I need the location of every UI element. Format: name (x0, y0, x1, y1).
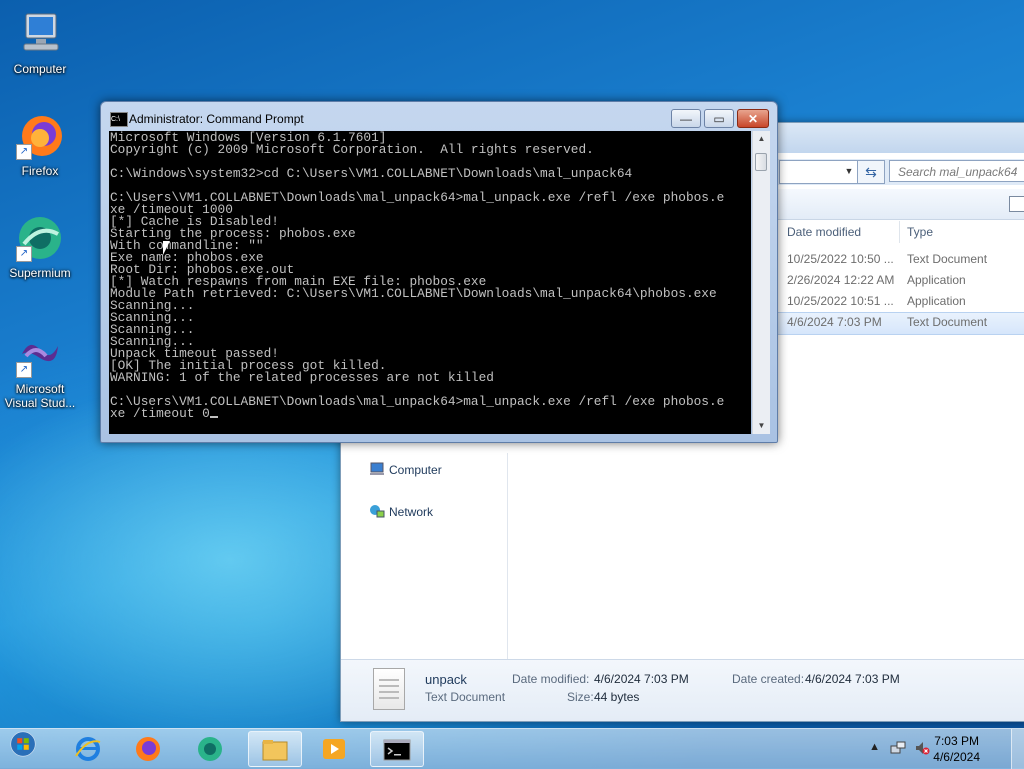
file-row[interactable]: 10/25/2022 10:51 ... Application (777, 291, 1024, 312)
volume-muted-icon[interactable] (914, 740, 930, 756)
details-size-value: 44 bytes (594, 690, 640, 704)
column-divider (899, 221, 900, 243)
minimize-button[interactable]: — (671, 109, 701, 128)
nav-item-network[interactable]: Network (369, 503, 433, 521)
firefox-icon (136, 737, 160, 761)
taskbar-command-prompt[interactable] (370, 731, 424, 767)
view-options-icon[interactable] (1009, 196, 1024, 212)
desktop-icon-firefox[interactable]: ↗ Firefox (0, 112, 80, 178)
details-file-name: unpack (425, 672, 467, 687)
folder-icon (262, 740, 288, 761)
show-desktop-button[interactable] (1011, 729, 1024, 769)
taskbar-firefox[interactable] (122, 731, 176, 767)
file-row-selected[interactable]: 4/6/2024 7:03 PM Text Document (777, 312, 1024, 335)
taskbar-explorer[interactable] (248, 731, 302, 767)
file-date: 10/25/2022 10:50 ... (787, 252, 894, 266)
desktop-icon-label: Firefox (21, 164, 59, 178)
nav-item-label: Network (389, 505, 434, 519)
file-date: 4/6/2024 7:03 PM (787, 315, 882, 329)
window-title: Administrator: Command Prompt (129, 112, 304, 126)
network-icon (369, 504, 385, 518)
file-date: 10/25/2022 10:51 ... (787, 294, 894, 308)
desktop-icon-computer[interactable]: Computer (0, 10, 80, 76)
system-clock[interactable]: 7:03 PM 4/6/2024 (933, 733, 980, 765)
computer-icon (16, 10, 64, 58)
taskbar-internet-explorer[interactable] (62, 731, 116, 767)
refresh-button[interactable]: ⇆ (857, 160, 885, 184)
desktop-icon-label: Supermium (9, 266, 71, 280)
details-pane: unpack Text Document Date modified: 4/6/… (341, 659, 1024, 721)
media-player-icon (323, 739, 345, 759)
search-input[interactable]: Search mal_unpack64 (889, 160, 1024, 182)
file-type: Text Document (907, 252, 988, 266)
maximize-button[interactable]: ▭ (704, 109, 734, 128)
clock-date: 4/6/2024 (933, 750, 980, 764)
file-type: Application (907, 294, 966, 308)
details-size-label: Size: (567, 690, 594, 704)
console-output[interactable]: Microsoft Windows [Version 6.1.7601] Cop… (109, 131, 751, 434)
computer-icon (369, 462, 385, 476)
file-date: 2/26/2024 12:22 AM (787, 273, 895, 287)
firefox-icon: ↗ (16, 112, 64, 160)
show-hidden-icons[interactable]: ▲ (869, 741, 880, 753)
scroll-up-icon[interactable]: ▲ (753, 131, 770, 147)
visual-studio-icon: ↗ (16, 330, 64, 378)
text-document-icon (373, 668, 405, 710)
navigation-pane: Computer Network (341, 453, 508, 659)
start-button[interactable] (2, 731, 52, 767)
scrollbar-thumb[interactable] (755, 153, 767, 171)
desktop-icon-label: Computer (13, 62, 67, 76)
supermium-icon (198, 737, 222, 761)
address-dropdown-icon[interactable]: ▼ (841, 160, 857, 182)
file-type: Application (907, 273, 966, 287)
shortcut-arrow-icon: ↗ (16, 246, 32, 262)
column-type[interactable]: Type (907, 220, 933, 244)
nav-item-computer[interactable]: Computer (369, 461, 442, 479)
command-prompt-window[interactable]: C:\ Administrator: Command Prompt — ▭ ✕ … (100, 101, 778, 443)
desktop-icon-visual-studio[interactable]: ↗ Microsoft Visual Stud... (0, 330, 80, 410)
close-button[interactable]: ✕ (737, 109, 769, 128)
mouse-pointer-icon (163, 241, 170, 255)
command-prompt-icon (383, 739, 411, 761)
scroll-down-icon[interactable]: ▼ (753, 418, 770, 434)
taskbar-supermium[interactable] (184, 731, 238, 767)
supermium-icon: ↗ (16, 214, 64, 262)
nav-item-label: Computer (389, 463, 442, 477)
internet-explorer-icon (75, 737, 101, 761)
vertical-scrollbar[interactable]: ▲ ▼ (752, 131, 770, 434)
column-date-modified[interactable]: Date modified (787, 220, 861, 244)
text-cursor (209, 416, 218, 418)
windows-logo-icon (10, 731, 36, 757)
taskbar: ▲ 7:03 PM 4/6/2024 (0, 728, 1024, 769)
details-created-value: 4/6/2024 7:03 PM (805, 672, 900, 686)
desktop-icon-supermium[interactable]: ↗ Supermium (0, 214, 80, 280)
file-row[interactable]: 2/26/2024 12:22 AM Application (777, 270, 1024, 291)
clock-time: 7:03 PM (934, 734, 979, 748)
file-row[interactable]: 10/25/2022 10:50 ... Text Document (777, 249, 1024, 270)
shortcut-arrow-icon: ↗ (16, 144, 32, 160)
taskbar-media-player[interactable] (308, 731, 362, 767)
details-modified-label: Date modified: (512, 672, 590, 686)
details-modified-value: 4/6/2024 7:03 PM (594, 672, 689, 686)
shortcut-arrow-icon: ↗ (16, 362, 32, 378)
desktop-icon-label: Microsoft Visual Stud... (4, 382, 76, 410)
file-type: Text Document (907, 315, 988, 329)
command-prompt-icon: C:\ (110, 112, 128, 127)
details-file-kind: Text Document (425, 690, 506, 704)
details-created-label: Date created: (732, 672, 805, 686)
network-tray-icon[interactable] (890, 740, 906, 756)
console-text: Microsoft Windows [Version 6.1.7601] Cop… (110, 131, 725, 421)
